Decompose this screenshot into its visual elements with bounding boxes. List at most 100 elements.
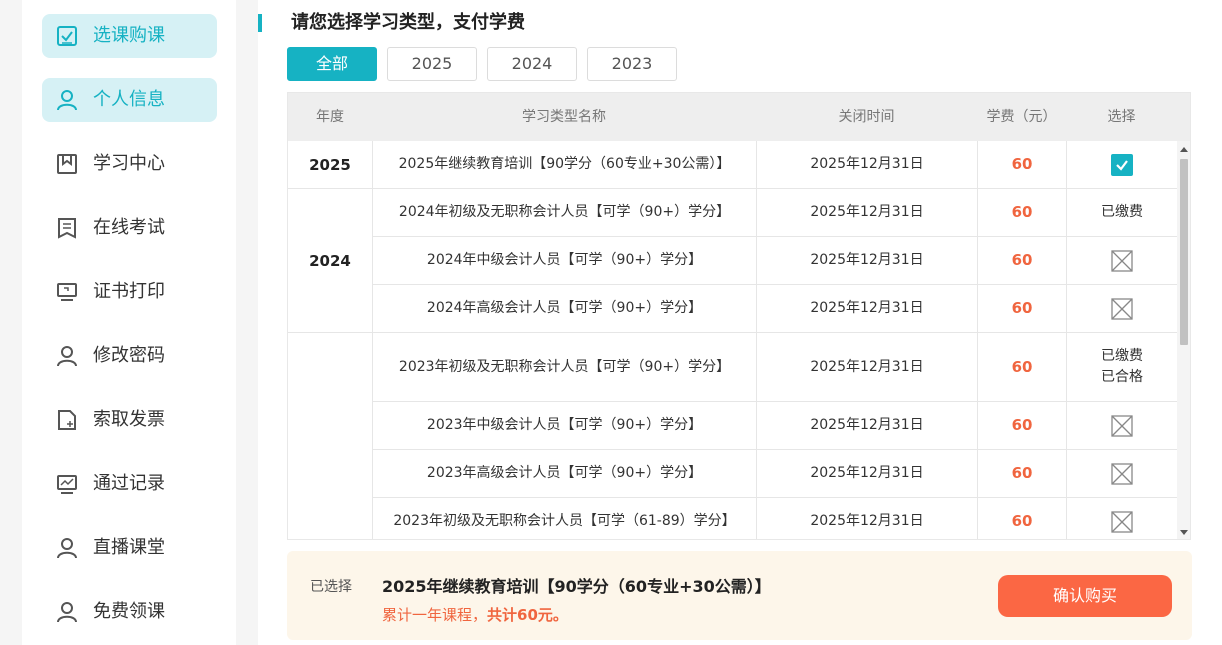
table-scrollbar[interactable] xyxy=(1177,141,1190,539)
sidebar-item-free-course[interactable]: 免费领课 xyxy=(42,590,217,634)
sidebar-item-change-password[interactable]: 修改密码 xyxy=(42,334,217,378)
fee-value: 60 xyxy=(1011,203,1033,221)
checked-checkbox[interactable] xyxy=(1111,153,1133,176)
scroll-up-arrow[interactable] xyxy=(1180,147,1188,152)
document-icon xyxy=(58,218,76,239)
course-name-cell: 2023年高级会计人员【可学（90+）学分】 xyxy=(372,450,756,498)
sidebar-item-personal-info[interactable]: 个人信息 xyxy=(42,78,217,122)
fee-cell: 60 xyxy=(977,450,1066,498)
fee-value: 60 xyxy=(1011,251,1033,269)
user-icon xyxy=(57,90,77,111)
disabled-checkbox-icon[interactable] xyxy=(1111,297,1133,320)
fee-value: 60 xyxy=(1011,299,1033,317)
tab-2024[interactable]: 2024 xyxy=(487,47,577,81)
fee-cell: 60 xyxy=(977,402,1066,450)
fee-cell: 60 xyxy=(977,237,1066,285)
course-table: 年度 学习类型名称 关闭时间 学费（元） 选择 2025 2025年继续教育培训【… xyxy=(287,92,1191,540)
select-cell xyxy=(1066,450,1177,498)
fee-value: 60 xyxy=(1011,155,1033,173)
fee-value: 60 xyxy=(1011,512,1033,530)
header-select: 选择 xyxy=(1107,109,1136,125)
sidebar-item-pass-records[interactable]: 通过记录 xyxy=(42,462,217,506)
close-time-cell: 2025年12月31日 xyxy=(756,333,977,402)
sidebar-item-label: 个人信息 xyxy=(93,89,165,110)
disabled-checkbox-icon[interactable] xyxy=(1111,414,1133,437)
disabled-checkbox-icon[interactable] xyxy=(1111,249,1133,272)
fee-value: 60 xyxy=(1011,416,1033,434)
course-name-cell: 2023年中级会计人员【可学（90+）学分】 xyxy=(372,402,756,450)
sidebar-item-label: 免费领课 xyxy=(93,601,165,622)
header-fee: 学费（元） xyxy=(986,109,1057,125)
year-cell: 2025 xyxy=(288,141,372,189)
select-cell xyxy=(1066,237,1177,285)
close-time-cell: 2025年12月31日 xyxy=(756,498,977,539)
total-text: 累计一年课程，共计60元。 xyxy=(382,604,568,625)
course-name-cell: 2023年初级及无职称会计人员【可学（61-89）学分】 xyxy=(372,498,756,539)
close-time-cell: 2025年12月31日 xyxy=(756,141,977,189)
main-panel: 请您选择学习类型，支付学费 全部 2025 2024 2023 年度 学习类型名… xyxy=(258,0,1222,645)
close-time-cell: 2025年12月31日 xyxy=(756,402,977,450)
sidebar-item-label: 在线考试 xyxy=(93,217,165,238)
sidebar-item-request-invoice[interactable]: 索取发票 xyxy=(42,398,217,442)
select-cell: 已缴费 已合格 xyxy=(1066,333,1177,402)
disabled-checkbox-icon[interactable] xyxy=(1111,510,1133,533)
course-name-cell: 2025年继续教育培训【90学分（60专业+30公需）】 xyxy=(372,141,756,189)
sidebar-item-label: 通过记录 xyxy=(93,473,165,494)
total-amount: 共计60元。 xyxy=(487,606,568,624)
course-name-cell: 2024年中级会计人员【可学（90+）学分】 xyxy=(372,237,756,285)
sidebar-item-certificate-print[interactable]: 证书打印 xyxy=(42,270,217,314)
select-cell: 已缴费 xyxy=(1066,189,1177,237)
sidebar-item-label: 修改密码 xyxy=(93,345,165,366)
fee-cell: 60 xyxy=(977,141,1066,189)
chart-icon xyxy=(57,475,77,494)
close-time-cell: 2025年12月31日 xyxy=(756,450,977,498)
course-name-cell: 2024年高级会计人员【可学（90+）学分】 xyxy=(372,285,756,333)
close-time-cell: 2025年12月31日 xyxy=(756,285,977,333)
user-icon xyxy=(57,538,77,559)
tab-2025[interactable]: 2025 xyxy=(387,47,477,81)
course-name-cell: 2023年初级及无职称会计人员【可学（90+）学分】 xyxy=(372,333,756,402)
page-title: 请您选择学习类型，支付学费 xyxy=(291,12,525,33)
header-course-name: 学习类型名称 xyxy=(522,109,606,125)
scroll-thumb[interactable] xyxy=(1180,159,1188,345)
fee-cell: 60 xyxy=(977,189,1066,237)
bookmark-icon xyxy=(57,154,77,174)
sidebar-item-course-purchase[interactable]: 选课购课 xyxy=(42,14,217,58)
year-cell: 2024 xyxy=(288,189,372,333)
tab-all[interactable]: 全部 xyxy=(287,47,377,81)
select-cell xyxy=(1066,498,1177,539)
course-name-cell: 2024年初级及无职称会计人员【可学（90+）学分】 xyxy=(372,189,756,237)
selected-course: 2025年继续教育培训【90学分（60专业+30公需）】 xyxy=(382,577,771,596)
confirm-purchase-button[interactable]: 确认购买 xyxy=(998,575,1172,617)
header-close-time: 关闭时间 xyxy=(838,109,895,125)
sidebar-item-label: 学习中心 xyxy=(93,153,165,174)
sidebar-item-label: 选课购课 xyxy=(93,25,165,46)
total-prefix: 累计一年课程， xyxy=(382,606,488,624)
select-cell xyxy=(1066,141,1177,189)
sidebar-item-live-class[interactable]: 直播课堂 xyxy=(42,526,217,570)
file-add-icon xyxy=(58,410,76,430)
fee-cell: 60 xyxy=(977,333,1066,402)
year-cell xyxy=(288,333,372,539)
title-accent-bar xyxy=(258,14,262,32)
tab-2023[interactable]: 2023 xyxy=(587,47,677,81)
table-header: 年度 学习类型名称 关闭时间 学费（元） 选择 xyxy=(288,93,1190,141)
fee-value: 60 xyxy=(1011,357,1033,376)
monitor-icon xyxy=(57,283,77,301)
payment-status: 已缴费 已合格 xyxy=(1101,348,1143,385)
close-time-cell: 2025年12月31日 xyxy=(756,237,977,285)
purchase-summary: 已选择 2025年继续教育培训【90学分（60专业+30公需）】 累计一年课程，… xyxy=(287,551,1192,640)
scroll-down-arrow[interactable] xyxy=(1180,530,1188,535)
payment-status: 已缴费 xyxy=(1101,204,1143,220)
user-icon xyxy=(57,602,77,623)
sidebar-item-label: 证书打印 xyxy=(93,281,165,302)
sidebar-item-online-exam[interactable]: 在线考试 xyxy=(42,206,217,250)
header-year: 年度 xyxy=(316,109,344,125)
sidebar-item-label: 直播课堂 xyxy=(93,537,165,558)
close-time-cell: 2025年12月31日 xyxy=(756,189,977,237)
fee-cell: 60 xyxy=(977,498,1066,539)
page: 选课购课 个人信息 学习中心 在线考试 证书打印 修改密码 索取发票 通过记录 xyxy=(0,0,1222,645)
disabled-checkbox-icon[interactable] xyxy=(1111,462,1133,485)
sidebar-item-study-center[interactable]: 学习中心 xyxy=(42,142,217,186)
select-cell xyxy=(1066,285,1177,333)
